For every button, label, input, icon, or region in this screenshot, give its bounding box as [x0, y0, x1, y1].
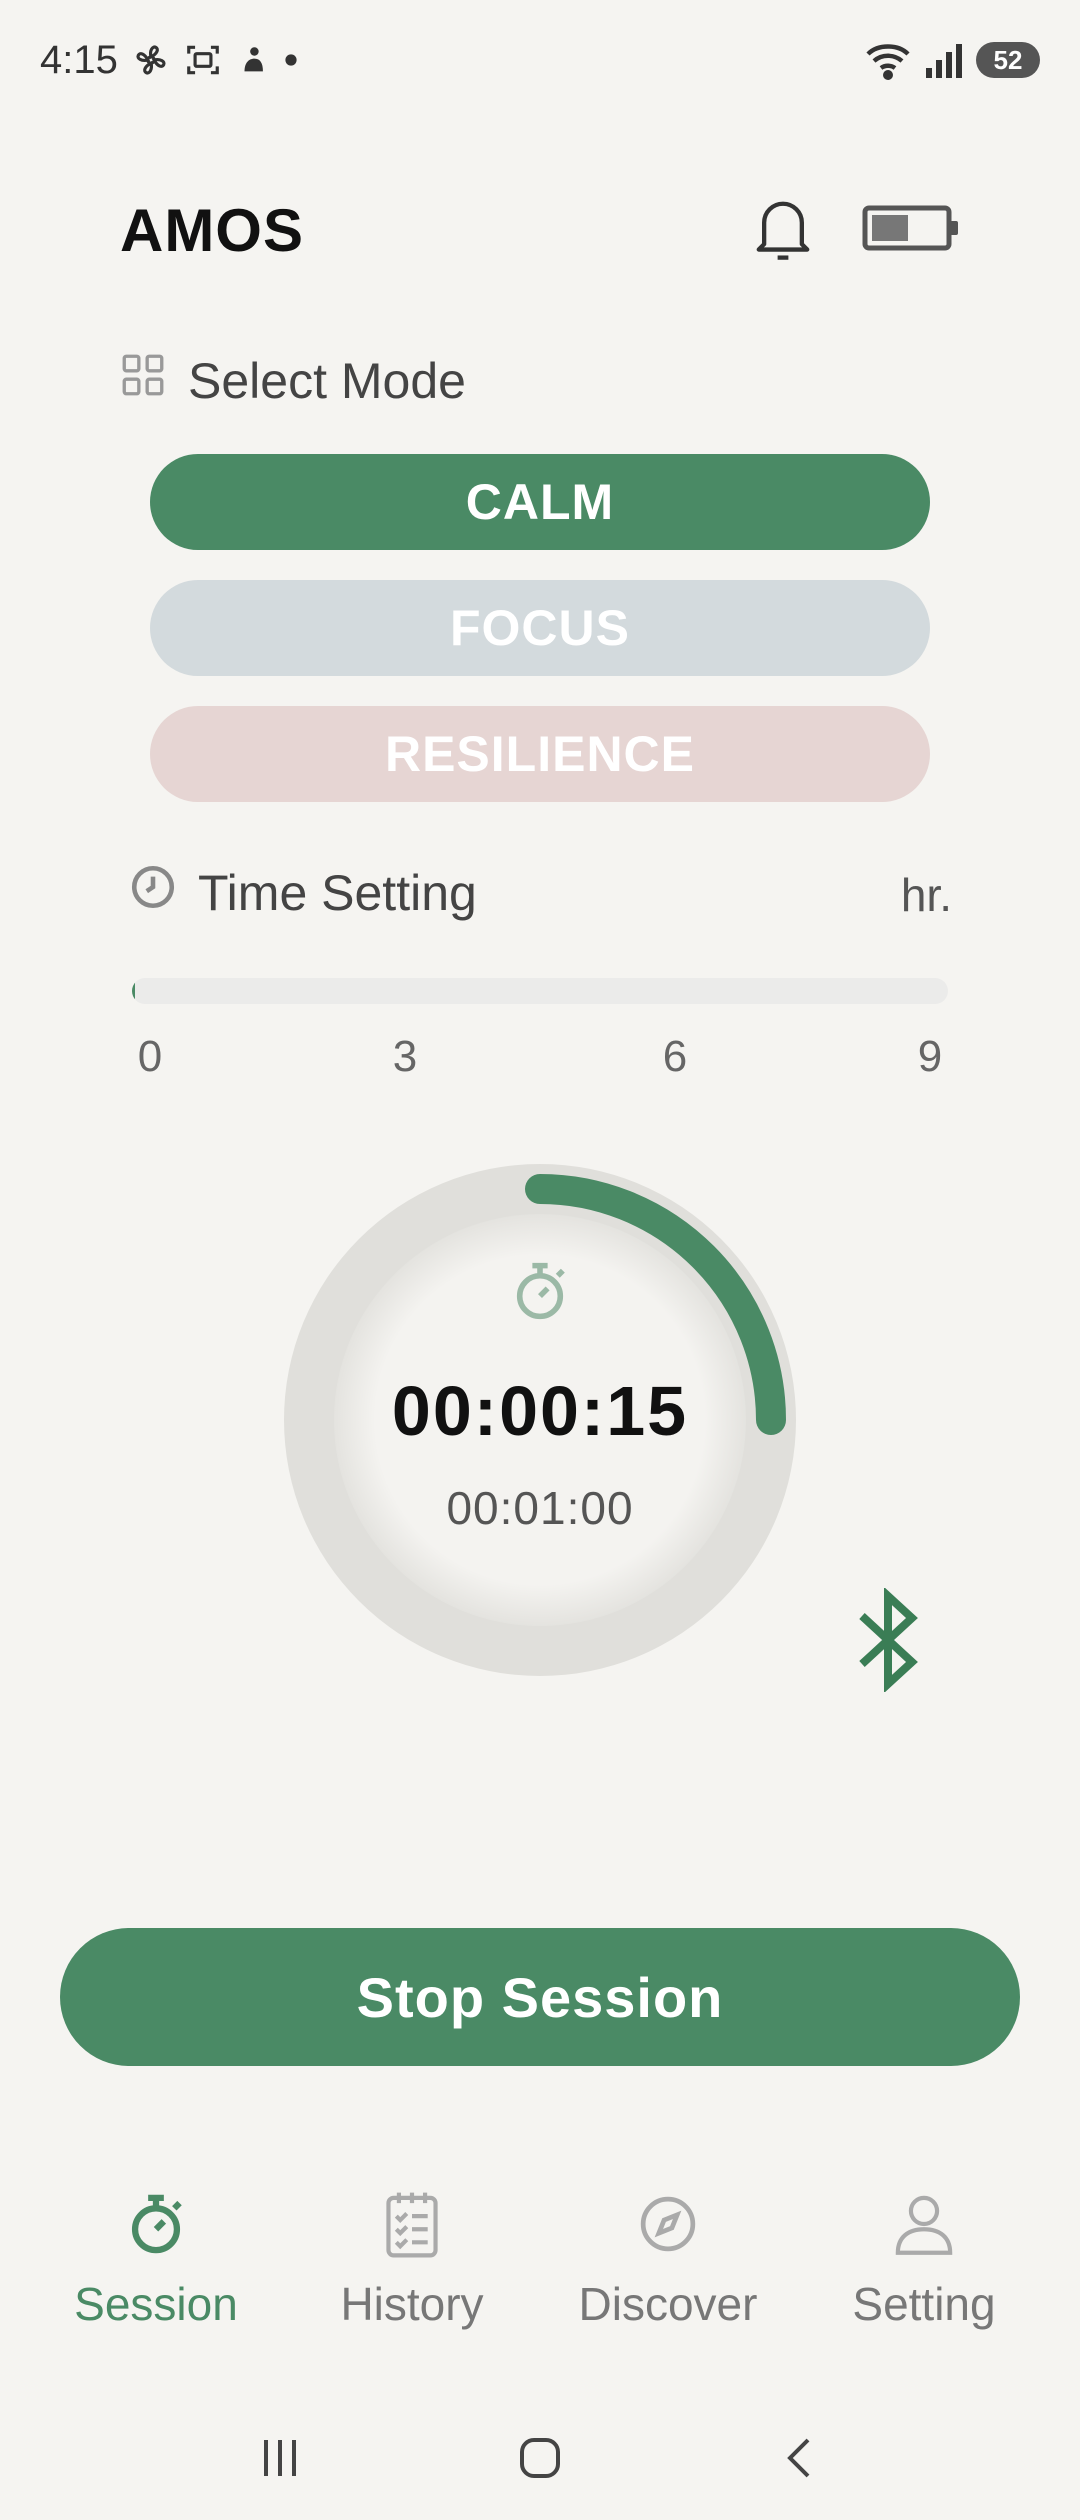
battery-level: 52 [976, 42, 1040, 78]
recent-apps-icon[interactable] [258, 2436, 302, 2485]
person-icon [892, 2190, 956, 2263]
screenshot-icon [184, 41, 222, 79]
fan-icon [132, 41, 170, 79]
nav-setting-label: Setting [852, 2278, 996, 2330]
nav-history-label: History [340, 2278, 484, 2330]
nav-discover-label: Discover [578, 2278, 758, 2330]
time-slider-fill [132, 978, 136, 1004]
slider-tick-6: 6 [662, 1032, 688, 1081]
time-slider[interactable] [132, 978, 948, 1004]
stopwatch-icon [124, 2190, 188, 2263]
slider-tick-3: 3 [392, 1032, 418, 1081]
time-setting-heading: Time Setting [128, 862, 477, 924]
bell-icon[interactable] [750, 193, 816, 268]
slider-tick-0: 0 [137, 1032, 163, 1081]
timer-stopwatch-icon [509, 1258, 571, 1329]
status-bar: 4:15 52 [40, 30, 1040, 90]
app-notification-icon [236, 41, 270, 79]
slider-tick-9: 9 [917, 1032, 943, 1081]
stop-session-button[interactable]: Stop Session [60, 1928, 1020, 2066]
system-nav-bar [0, 2420, 1080, 2500]
nav-session[interactable]: Session [36, 2190, 276, 2350]
grid-icon [118, 350, 168, 412]
app-screen: 4:15 52 AMOS Select Mode CALM FOCUS RESI… [0, 0, 1080, 2520]
device-battery-icon [862, 203, 960, 258]
nav-session-label: Session [74, 2278, 238, 2330]
total-time: 00:01:00 [446, 1482, 634, 1534]
select-mode-label: Select Mode [188, 353, 466, 409]
mode-calm-button[interactable]: CALM [150, 454, 930, 550]
app-header: AMOS [120, 190, 960, 270]
bluetooth-icon[interactable] [856, 1586, 920, 1697]
clock-icon [128, 862, 178, 924]
nav-setting[interactable]: Setting [804, 2190, 1044, 2350]
dot-icon [284, 53, 298, 67]
select-mode-heading: Select Mode [118, 350, 466, 412]
signal-icon [924, 42, 964, 78]
nav-history[interactable]: History [292, 2190, 532, 2350]
time-setting-label: Time Setting [198, 865, 477, 921]
status-time: 4:15 [40, 37, 118, 82]
home-icon[interactable] [518, 2436, 562, 2485]
back-icon[interactable] [778, 2436, 822, 2485]
notepad-icon [382, 2190, 442, 2263]
bottom-nav: Session History Discover Setting [0, 2190, 1080, 2350]
wifi-icon [864, 40, 912, 80]
nav-discover[interactable]: Discover [548, 2190, 788, 2350]
mode-focus-button[interactable]: FOCUS [150, 580, 930, 676]
time-unit-label: hr. [900, 869, 952, 921]
compass-icon [636, 2190, 700, 2263]
app-title: AMOS [120, 196, 304, 264]
elapsed-time: 00:00:15 [391, 1372, 689, 1450]
mode-resilience-button[interactable]: RESILIENCE [150, 706, 930, 802]
session-timer: 00:00:15 00:01:00 [270, 1150, 810, 1690]
